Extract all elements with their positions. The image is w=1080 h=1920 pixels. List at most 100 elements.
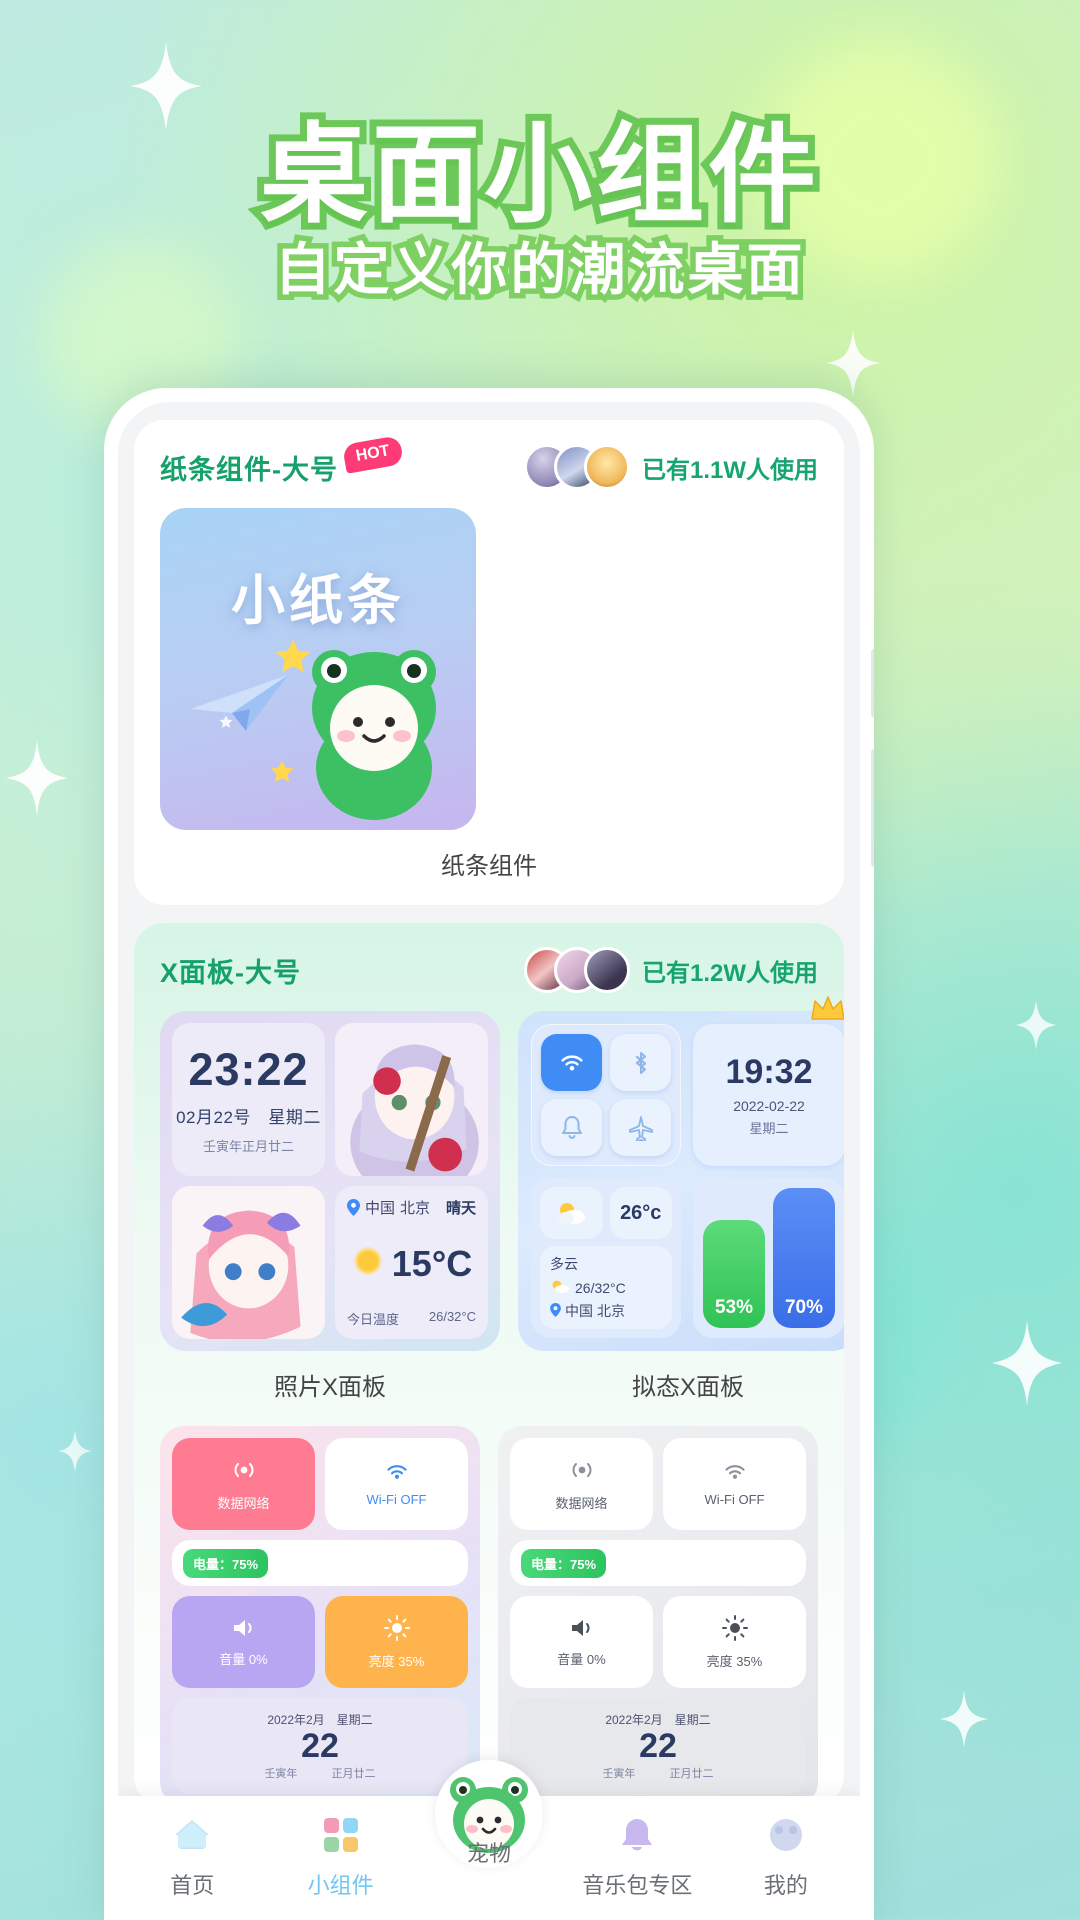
- brightness-icon: [383, 1614, 410, 1646]
- toggle-airplane[interactable]: [610, 1099, 671, 1156]
- tile-label: Wi-Fi OFF: [366, 1491, 427, 1507]
- bottom-navigation: 首页 小组件 宠物 音乐包专区 我的: [118, 1760, 860, 1920]
- section-header: X面板-大号 已有1.2W人使用: [134, 923, 844, 1003]
- weather-country: 中国: [365, 1200, 396, 1217]
- sim-weather-city: 北京: [597, 1303, 625, 1319]
- photo-tile: [172, 1186, 325, 1339]
- sim-xpanel-widget[interactable]: 19:32 2022-02-22 星期二 26°c 多云 26/32°C 中国 …: [518, 996, 844, 1351]
- tile-label: Wi-Fi OFF: [704, 1491, 765, 1507]
- nav-item-profile[interactable]: 我的: [712, 1812, 860, 1900]
- phone-frame: 纸条组件-大号 HOT 已有1.1W人使用 小纸条 纸条组件 X面板-大号 已有…: [104, 388, 874, 1920]
- calendar-lunar-day: 正月廿二: [669, 1768, 714, 1781]
- nav-item-widgets[interactable]: 小组件: [266, 1812, 414, 1900]
- sparkle-icon: [826, 330, 880, 396]
- nav-item-music[interactable]: 音乐包专区: [563, 1812, 711, 1900]
- nav-item-pet[interactable]: 宠物: [415, 1760, 563, 1868]
- volume-icon: [569, 1617, 595, 1644]
- phone-side-button: [871, 648, 874, 718]
- control-cards-row: 数据网络 Wi-Fi OFF 电量：75% 音量 0% 亮度 35% 2022年…: [160, 1426, 818, 1806]
- tile-label: 数据网络: [555, 1495, 608, 1511]
- usage-info: 已有1.1W人使用: [523, 444, 818, 490]
- location-pin-icon: [550, 1302, 561, 1320]
- weather-today: 今日温度 26/32°C: [347, 1309, 476, 1328]
- calendar-tile-colorful: 2022年2月 星期二 22 壬寅年 正月廿二: [172, 1698, 468, 1794]
- weather-temp: 15°C: [391, 1242, 473, 1284]
- phone-screen: 纸条组件-大号 HOT 已有1.1W人使用 小纸条 纸条组件 X面板-大号 已有…: [118, 402, 860, 1920]
- widget-caption: 拟态X面板: [631, 1374, 744, 1401]
- sparkle-icon: [940, 1690, 988, 1748]
- weather-condition: 晴天: [445, 1200, 476, 1217]
- nav-label: 音乐包专区: [582, 1873, 693, 1898]
- calendar-month: 2022年2月 星期二: [605, 1712, 711, 1727]
- sun-icon: [351, 1244, 385, 1283]
- toggle-wifi[interactable]: [541, 1034, 602, 1091]
- clock-time: 23:22: [188, 1044, 309, 1095]
- photo-xpanel-card[interactable]: 23:22 02月22号 星期二 壬寅年正月廿二 中国 北京 晴天 15°C 今…: [160, 1011, 500, 1426]
- tile-label: 亮度 35%: [706, 1653, 763, 1669]
- signal-icon: [231, 1457, 257, 1488]
- sparkle-icon: [58, 1430, 92, 1472]
- avatar-group: [523, 947, 630, 993]
- tile-label: 亮度 35%: [368, 1653, 425, 1669]
- widgets-icon: [318, 1812, 364, 1858]
- sim-bar-battery: 53%: [703, 1220, 765, 1328]
- sim-clock-date: 2022-02-22: [733, 1098, 805, 1114]
- weather-current: 15°C: [347, 1218, 476, 1309]
- widget-section-xpanel[interactable]: X面板-大号 已有1.2W人使用 23:22 02月22号 星期二 壬寅年正月廿…: [134, 923, 844, 1806]
- weather-location: 中国 北京 晴天: [347, 1197, 476, 1218]
- xpanel-preview[interactable]: 23:22 02月22号 星期二 壬寅年正月廿二 中国 北京 晴天 15°C 今…: [134, 996, 844, 1806]
- star-icon: [218, 714, 234, 735]
- calendar-lunar-year: 壬寅年: [264, 1768, 298, 1781]
- tile-data-network[interactable]: 数据网络: [172, 1438, 315, 1530]
- section-title: 纸条组件-大号: [160, 454, 338, 485]
- widget-scroll-area[interactable]: 纸条组件-大号 HOT 已有1.1W人使用 小纸条 纸条组件 X面板-大号 已有…: [118, 402, 860, 1920]
- tile-data-network[interactable]: 数据网络: [510, 1438, 653, 1530]
- sim-xpanel-card[interactable]: 19:32 2022-02-22 星期二 26°c 多云 26/32°C 中国 …: [518, 996, 844, 1426]
- usage-count: 已有1.1W人使用: [641, 456, 818, 484]
- battery-bar-colorful: 电量：75%: [172, 1540, 468, 1586]
- tile-brightness[interactable]: 亮度 35%: [663, 1596, 806, 1688]
- clock-tile: 23:22 02月22号 星期二 壬寅年正月廿二: [172, 1023, 325, 1176]
- tile-volume[interactable]: 音量 0%: [510, 1596, 653, 1688]
- quick-toggles[interactable]: [531, 1024, 681, 1166]
- brightness-icon: [721, 1614, 748, 1646]
- toggle-bell[interactable]: [541, 1099, 602, 1156]
- sim-bars-tile: 53% 70%: [693, 1178, 844, 1338]
- tile-brightness[interactable]: 亮度 35%: [325, 1596, 468, 1688]
- widget-section-note[interactable]: 纸条组件-大号 HOT 已有1.1W人使用 小纸条 纸条组件: [134, 420, 844, 905]
- home-icon: [169, 1812, 215, 1858]
- note-widget-card[interactable]: 小纸条: [160, 508, 476, 830]
- crown-icon: [810, 995, 844, 1031]
- profile-icon: [763, 1812, 809, 1858]
- weather-city: 北京: [400, 1200, 431, 1217]
- sim-weather-icon-box: [540, 1187, 603, 1239]
- hot-badge: HOT: [341, 434, 404, 474]
- tile-label: 音量 0%: [557, 1651, 606, 1667]
- frog-mascot-icon: [290, 636, 458, 822]
- weather-today-label: 今日温度: [347, 1312, 400, 1327]
- control-card-gray[interactable]: 数据网络 Wi-Fi OFF 电量：75% 音量 0% 亮度 35% 2022年…: [498, 1426, 818, 1806]
- tile-wifi[interactable]: Wi-Fi OFF: [663, 1438, 806, 1530]
- tile-volume[interactable]: 音量 0%: [172, 1596, 315, 1688]
- sim-clock-tile: 19:32 2022-02-22 星期二: [693, 1024, 844, 1166]
- battery-label: 电量：75%: [183, 1548, 269, 1578]
- weather-tile: 中国 北京 晴天 15°C 今日温度 26/32°C: [335, 1186, 488, 1339]
- usage-count: 已有1.2W人使用: [641, 959, 818, 987]
- note-preview[interactable]: 小纸条 纸条组件: [134, 500, 844, 905]
- wifi-icon: [384, 1462, 410, 1487]
- section-header: 纸条组件-大号 HOT 已有1.1W人使用: [134, 420, 844, 500]
- photo-xpanel-widget[interactable]: 23:22 02月22号 星期二 壬寅年正月廿二 中国 北京 晴天 15°C 今…: [160, 1011, 500, 1351]
- sim-clock-time: 19:32: [725, 1053, 813, 1091]
- control-card-colorful[interactable]: 数据网络 Wi-Fi OFF 电量：75% 音量 0% 亮度 35% 2022年…: [160, 1426, 480, 1806]
- signal-icon: [569, 1457, 595, 1488]
- nav-item-home[interactable]: 首页: [118, 1812, 266, 1900]
- widget-caption: 纸条组件: [441, 853, 537, 880]
- sim-weather-temp: 26°c: [609, 1187, 672, 1239]
- sparkle-icon: [130, 42, 202, 130]
- location-pin-icon: [347, 1199, 360, 1216]
- xpanel-grid: 23:22 02月22号 星期二 壬寅年正月廿二 中国 北京 晴天 15°C 今…: [160, 996, 844, 1426]
- toggle-bluetooth[interactable]: [610, 1034, 671, 1091]
- page-title: 桌面小组件: [253, 111, 823, 239]
- tile-wifi[interactable]: Wi-Fi OFF: [325, 1438, 468, 1530]
- battery-bar-gray: 电量：75%: [510, 1540, 806, 1586]
